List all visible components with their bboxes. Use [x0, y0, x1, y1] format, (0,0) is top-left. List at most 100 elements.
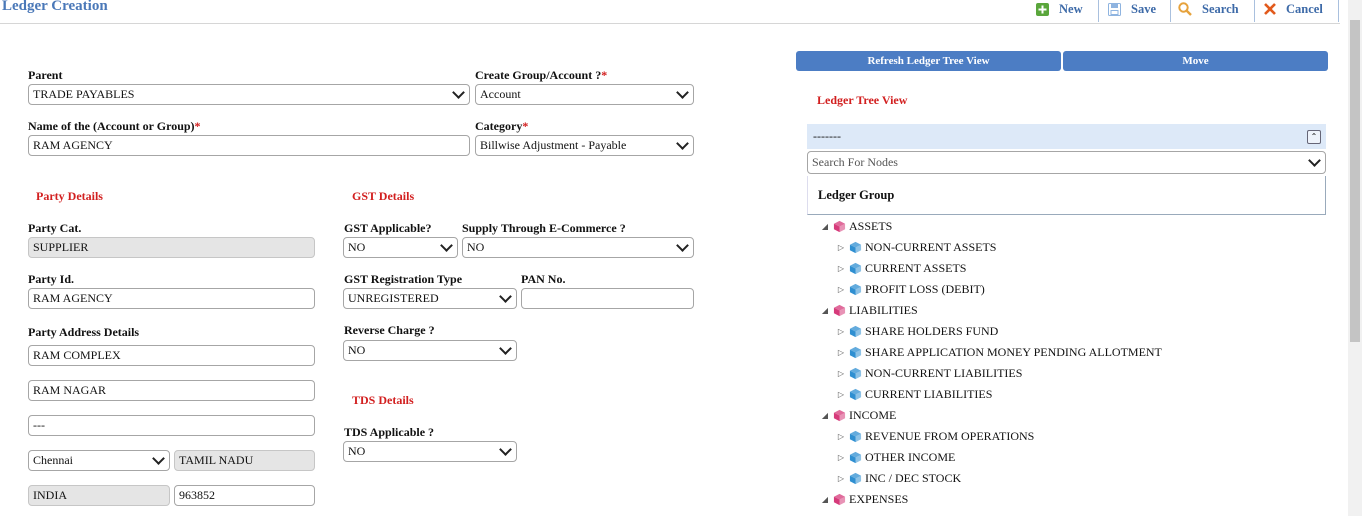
- move-button[interactable]: Move: [1063, 51, 1328, 71]
- collapse-up-icon[interactable]: ⌃: [1307, 129, 1321, 144]
- tree-node-label: CURRENT LIABILITIES: [865, 386, 993, 401]
- collapsed-triangle-icon[interactable]: ▷: [836, 390, 846, 399]
- city-value: Chennai: [33, 453, 73, 467]
- tree-child-node[interactable]: ▷ OTHER INCOME: [820, 448, 1330, 466]
- collapsed-triangle-icon[interactable]: ▷: [836, 348, 846, 357]
- tds-details-heading: TDS Details: [352, 393, 414, 407]
- plus-icon: [1036, 2, 1049, 16]
- new-button[interactable]: New: [1036, 0, 1083, 20]
- cube-icon: [849, 472, 862, 484]
- collapsed-triangle-icon[interactable]: ▷: [836, 327, 846, 336]
- parent-value: TRADE PAYABLES: [33, 87, 135, 101]
- tree-child-node[interactable]: ▷ SHARE APPLICATION MONEY PENDING ALLOTME…: [820, 343, 1330, 361]
- tree-root-node[interactable]: ◢ LIABILITIES: [820, 301, 1330, 319]
- pincode-input[interactable]: 963852: [174, 485, 315, 506]
- tree-selected-node[interactable]: ------- ⌃: [807, 124, 1326, 149]
- pan-label: PAN No.: [521, 272, 566, 286]
- city-select[interactable]: Chennai: [28, 450, 170, 471]
- party-cat-field: SUPPLIER: [28, 237, 315, 258]
- tds-applicable-value: NO: [348, 444, 366, 458]
- tree-root-node[interactable]: ◢ EXPENSES: [820, 490, 1330, 508]
- collapsed-triangle-icon[interactable]: ▷: [836, 432, 846, 441]
- cube-icon: [833, 409, 846, 421]
- party-id-input[interactable]: RAM AGENCY: [28, 288, 315, 309]
- gst-reg-type-label: GST Registration Type: [344, 272, 463, 286]
- chevron-down-icon: [452, 86, 465, 99]
- reverse-charge-value: NO: [348, 343, 366, 357]
- chevron-down-icon: [499, 342, 512, 355]
- create-type-select[interactable]: Account: [475, 84, 694, 105]
- collapsed-triangle-icon[interactable]: ▷: [836, 474, 846, 483]
- address-line3-value: ---: [33, 418, 45, 432]
- search-label: Search: [1202, 1, 1239, 16]
- ecommerce-label: Supply Through E-Commerce ?: [462, 221, 626, 235]
- refresh-tree-button[interactable]: Refresh Ledger Tree View: [796, 51, 1061, 71]
- tree-child-node[interactable]: ▷ NON-CURRENT LIABILITIES: [820, 364, 1330, 382]
- save-label: Save: [1131, 1, 1156, 16]
- name-label-text: Name of the (Account or Group): [28, 119, 195, 133]
- save-button[interactable]: Save: [1108, 0, 1156, 20]
- chevron-down-icon: [1308, 154, 1321, 167]
- required-marker: *: [522, 119, 529, 133]
- tree-root-node[interactable]: ◢ INCOME: [820, 406, 1330, 424]
- required-marker: *: [601, 68, 608, 82]
- party-address-label: Party Address Details: [28, 325, 140, 339]
- parent-select[interactable]: TRADE PAYABLES: [28, 84, 470, 105]
- cube-icon: [849, 325, 862, 337]
- tree-child-node[interactable]: ▷ REVENUE FROM OPERATIONS: [820, 427, 1330, 445]
- tree-search-select[interactable]: Search For Nodes: [807, 151, 1326, 174]
- ecommerce-select[interactable]: NO: [462, 237, 694, 258]
- tree-node-label: OTHER INCOME: [865, 449, 956, 464]
- close-icon: [1264, 3, 1276, 15]
- category-label-text: Category: [475, 119, 523, 133]
- collapsed-triangle-icon[interactable]: ▷: [836, 453, 846, 462]
- ledger-tree-heading: Ledger Tree View: [817, 93, 908, 107]
- tree-child-node[interactable]: ▷ CURRENT ASSETS: [820, 259, 1330, 277]
- expanded-triangle-icon[interactable]: ◢: [820, 306, 830, 315]
- tree-child-node[interactable]: ▷ PROFIT LOSS (DEBIT): [820, 280, 1330, 298]
- category-select[interactable]: Billwise Adjustment - Payable: [475, 135, 694, 156]
- tds-applicable-select[interactable]: NO: [343, 441, 517, 462]
- scrollbar-thumb[interactable]: [1350, 20, 1360, 342]
- create-type-value: Account: [480, 87, 521, 101]
- tree-child-node[interactable]: ▷ NON-CURRENT ASSETS: [820, 238, 1330, 256]
- chevron-down-icon: [152, 452, 165, 465]
- party-cat-value: SUPPLIER: [33, 240, 89, 254]
- chevron-down-icon: [499, 290, 512, 303]
- cube-icon: [849, 262, 862, 274]
- tree-root-node[interactable]: ◢ ASSETS: [820, 217, 1330, 235]
- address-line3-input[interactable]: ---: [28, 415, 315, 436]
- tree-child-node[interactable]: ▷ SHARE HOLDERS FUND: [820, 322, 1330, 340]
- pincode-value: 963852: [179, 488, 215, 502]
- pan-input[interactable]: [521, 288, 694, 309]
- tree-node-label: INC / DEC STOCK: [865, 470, 962, 485]
- gst-applicable-select[interactable]: NO: [343, 237, 458, 258]
- tree-selected-value: -------: [813, 129, 841, 143]
- search-button[interactable]: Search: [1178, 0, 1239, 20]
- tree-node-label: NON-CURRENT LIABILITIES: [865, 365, 1023, 380]
- tree-node-label: NON-CURRENT ASSETS: [865, 239, 997, 254]
- expanded-triangle-icon[interactable]: ◢: [820, 495, 830, 504]
- address-line1-input[interactable]: RAM COMPLEX: [28, 345, 315, 366]
- cube-icon: [849, 388, 862, 400]
- tree-child-node[interactable]: ▷ CURRENT LIABILITIES: [820, 385, 1330, 403]
- gst-reg-type-select[interactable]: UNREGISTERED: [343, 288, 517, 309]
- page-title: Ledger Creation: [2, 0, 108, 14]
- tree-child-node[interactable]: ▷ INC / DEC STOCK: [820, 469, 1330, 487]
- name-input[interactable]: RAM AGENCY: [28, 135, 470, 156]
- country-value: INDIA: [33, 488, 67, 502]
- collapsed-triangle-icon[interactable]: ▷: [836, 264, 846, 273]
- expanded-triangle-icon[interactable]: ◢: [820, 411, 830, 420]
- collapsed-triangle-icon[interactable]: ▷: [836, 285, 846, 294]
- cancel-button[interactable]: Cancel: [1264, 0, 1323, 20]
- expanded-triangle-icon[interactable]: ◢: [820, 222, 830, 231]
- tree-node-label: ASSETS: [849, 218, 893, 233]
- cube-icon: [849, 283, 862, 295]
- tree-node-label: REVENUE FROM OPERATIONS: [865, 428, 1035, 443]
- address-line2-input[interactable]: RAM NAGAR: [28, 380, 315, 401]
- collapsed-triangle-icon[interactable]: ▷: [836, 369, 846, 378]
- gst-details-heading: GST Details: [352, 189, 415, 203]
- reverse-charge-select[interactable]: NO: [343, 340, 517, 361]
- chevron-down-icon: [676, 137, 689, 150]
- collapsed-triangle-icon[interactable]: ▷: [836, 243, 846, 252]
